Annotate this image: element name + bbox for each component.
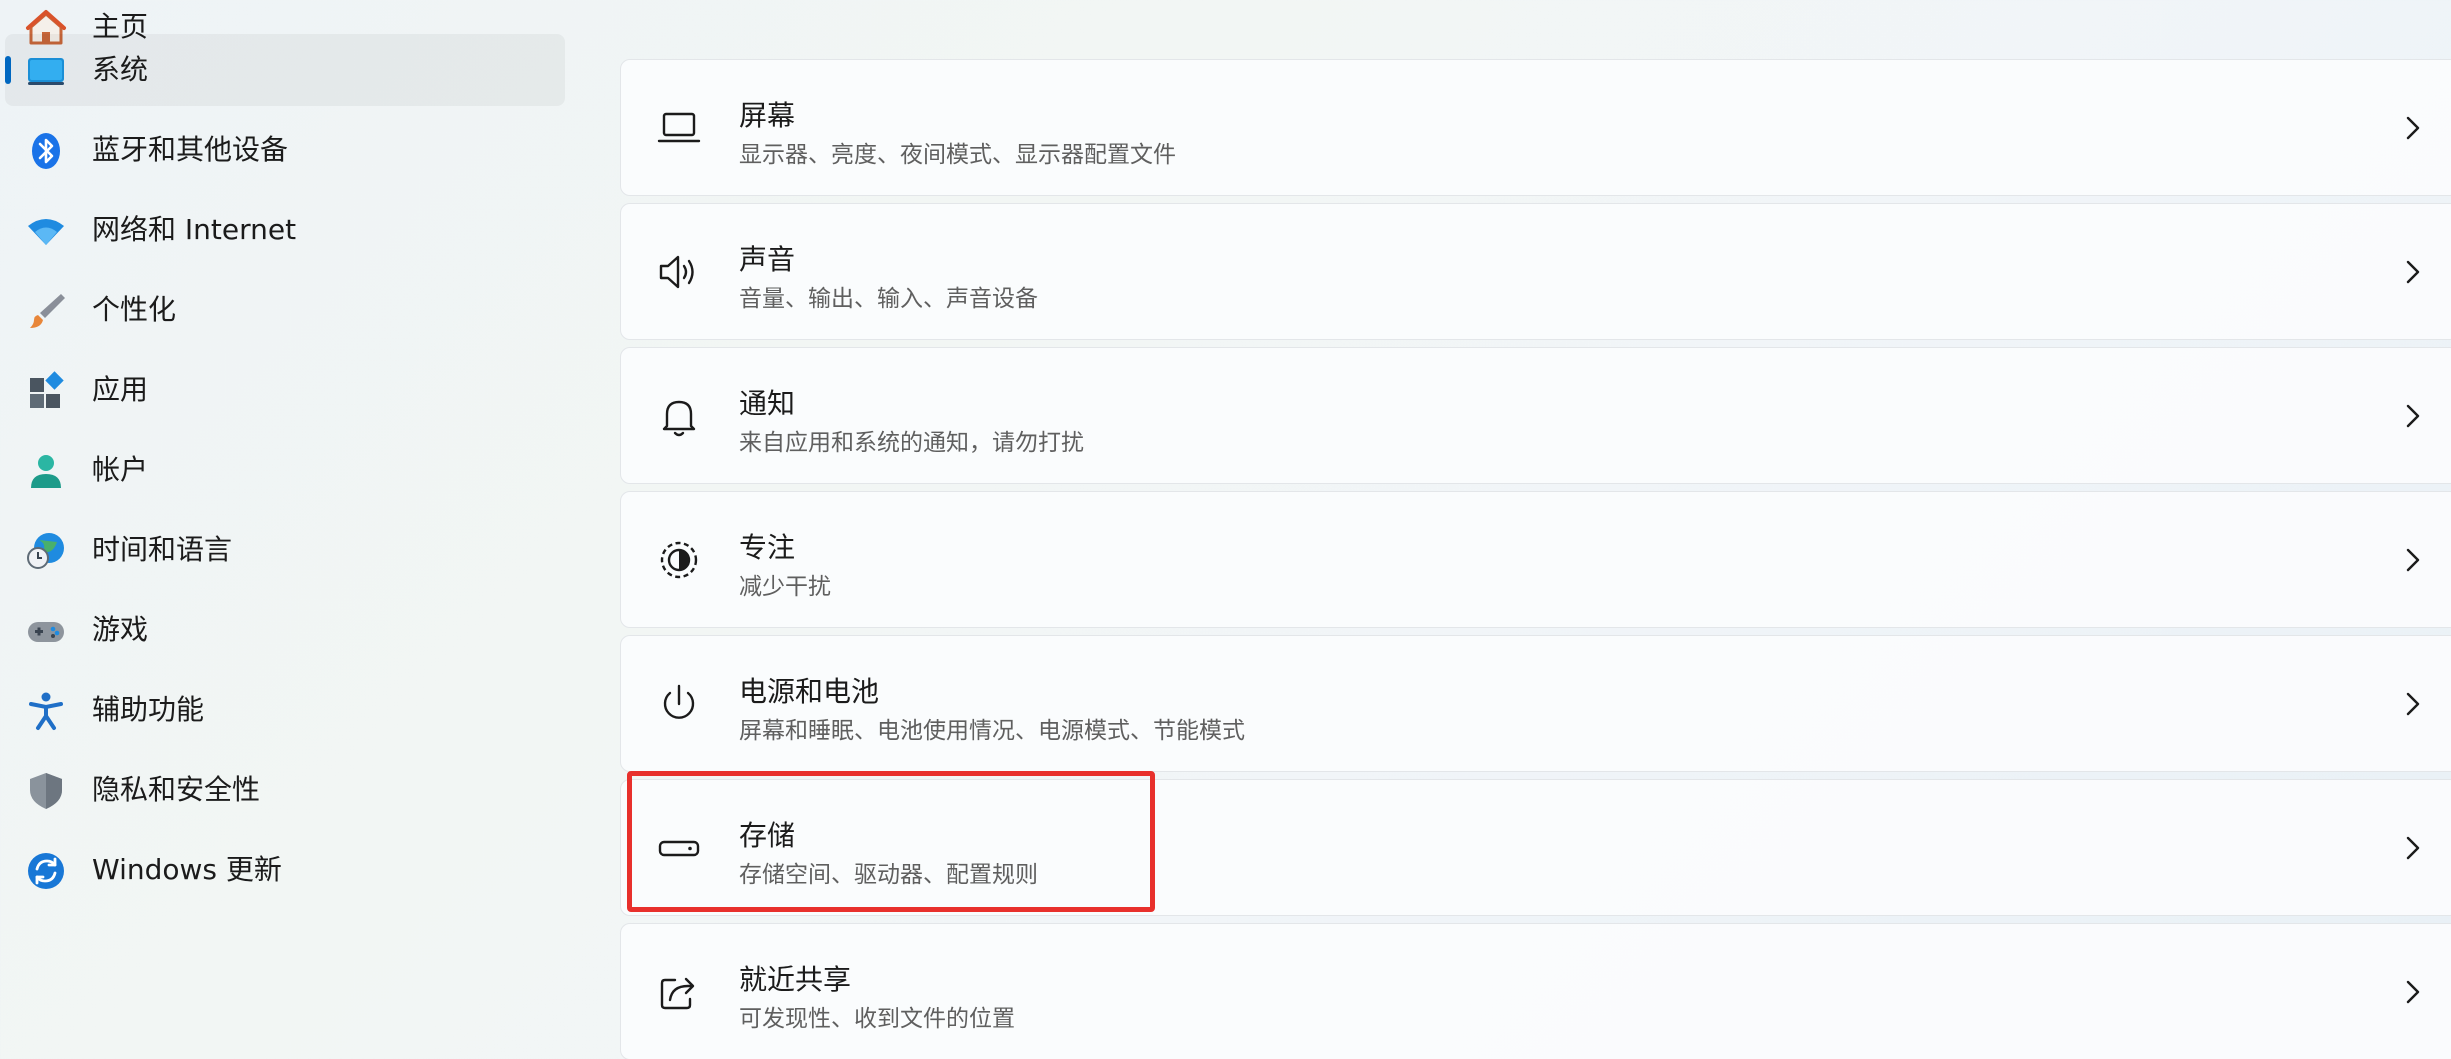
apps-icon xyxy=(25,370,67,412)
sidebar-item-accessibility[interactable]: 辅助功能 xyxy=(5,674,565,746)
chevron-right-icon xyxy=(2396,398,2430,434)
sidebar-item-network[interactable]: 网络和 Internet xyxy=(5,194,565,266)
card-subtitle: 显示器、亮度、夜间模式、显示器配置文件 xyxy=(739,142,1176,168)
card-title: 通知 xyxy=(739,387,796,420)
card-title: 电源和电池 xyxy=(739,675,880,708)
settings-card-storage[interactable]: 存储 存储空间、驱动器、配置规则 xyxy=(620,779,2451,916)
settings-card-power[interactable]: 电源和电池 屏幕和睡眠、电池使用情况、电源模式、节能模式 xyxy=(620,635,2451,772)
time-language-icon xyxy=(25,530,67,572)
card-subtitle: 可发现性、收到文件的位置 xyxy=(739,1006,1015,1032)
settings-card-display[interactable]: 屏幕 显示器、亮度、夜间模式、显示器配置文件 xyxy=(620,59,2451,196)
accessibility-icon xyxy=(25,690,67,732)
card-subtitle: 屏幕和睡眠、电池使用情况、电源模式、节能模式 xyxy=(739,718,1245,744)
sidebar-item-apps[interactable]: 应用 xyxy=(5,354,565,426)
chevron-right-icon xyxy=(2396,254,2430,290)
sidebar-item-label: 系统 xyxy=(92,53,149,86)
gamepad-icon xyxy=(25,610,67,652)
sidebar-item-label: 个性化 xyxy=(92,293,177,326)
sidebar-item-label: 网络和 Internet xyxy=(92,213,297,246)
chevron-right-icon xyxy=(2396,830,2430,866)
sidebar-item-label: 应用 xyxy=(92,373,149,406)
chevron-right-icon xyxy=(2396,110,2430,146)
settings-card-nearby-sharing[interactable]: 就近共享 可发现性、收到文件的位置 xyxy=(620,923,2451,1059)
sidebar-item-privacy[interactable]: 隐私和安全性 xyxy=(5,754,565,826)
account-icon xyxy=(25,450,67,492)
sidebar-item-label: 隐私和安全性 xyxy=(92,773,261,806)
settings-card-focus[interactable]: 专注 减少干扰 xyxy=(620,491,2451,628)
sidebar-item-gaming[interactable]: 游戏 xyxy=(5,594,565,666)
sidebar-item-label: 帐户 xyxy=(92,453,149,486)
card-subtitle: 存储空间、驱动器、配置规则 xyxy=(739,862,1038,888)
sidebar-item-bluetooth[interactable]: 蓝牙和其他设备 xyxy=(5,114,565,186)
system-display-icon xyxy=(25,50,67,92)
sidebar-item-label: 蓝牙和其他设备 xyxy=(92,133,289,166)
chevron-right-icon xyxy=(2396,542,2430,578)
chevron-right-icon xyxy=(2396,686,2430,722)
sidebar-nav: 主页 系统 蓝牙和其他设备 网络和 Internet 个性化 应用 帐户 时间和… xyxy=(0,0,580,1059)
shield-icon xyxy=(25,770,67,812)
chevron-right-icon xyxy=(2396,974,2430,1010)
sidebar-item-windows-update[interactable]: Windows 更新 xyxy=(5,834,565,906)
sidebar-item-system[interactable]: 系统 xyxy=(5,34,565,106)
card-title: 就近共享 xyxy=(739,963,852,996)
update-icon xyxy=(25,850,67,892)
share-icon xyxy=(655,968,703,1016)
sidebar-item-label: Windows 更新 xyxy=(92,853,282,886)
speaker-icon xyxy=(655,248,703,296)
card-title: 屏幕 xyxy=(739,99,796,132)
power-icon xyxy=(655,680,703,728)
wifi-icon xyxy=(25,210,67,252)
selection-indicator xyxy=(5,56,11,84)
laptop-icon xyxy=(655,104,703,152)
bluetooth-icon xyxy=(25,130,67,172)
settings-card-notifications[interactable]: 通知 来自应用和系统的通知，请勿打扰 xyxy=(620,347,2451,484)
card-title: 专注 xyxy=(739,531,796,564)
card-title: 存储 xyxy=(739,819,796,852)
sidebar-item-label: 辅助功能 xyxy=(92,693,205,726)
card-subtitle: 减少干扰 xyxy=(739,574,831,600)
paintbrush-icon xyxy=(25,290,67,332)
card-subtitle: 来自应用和系统的通知，请勿打扰 xyxy=(739,430,1084,456)
sidebar-item-label: 时间和语言 xyxy=(92,533,233,566)
sidebar-item-label: 游戏 xyxy=(92,613,149,646)
settings-card-sound[interactable]: 声音 音量、输出、输入、声音设备 xyxy=(620,203,2451,340)
sidebar-item-time-language[interactable]: 时间和语言 xyxy=(5,514,565,586)
bell-icon xyxy=(655,392,703,440)
card-title: 声音 xyxy=(739,243,796,276)
focus-icon xyxy=(655,536,703,584)
sidebar-item-personalization[interactable]: 个性化 xyxy=(5,274,565,346)
sidebar-item-accounts[interactable]: 帐户 xyxy=(5,434,565,506)
card-subtitle: 音量、输出、输入、声音设备 xyxy=(739,286,1038,312)
storage-drive-icon xyxy=(655,824,703,872)
